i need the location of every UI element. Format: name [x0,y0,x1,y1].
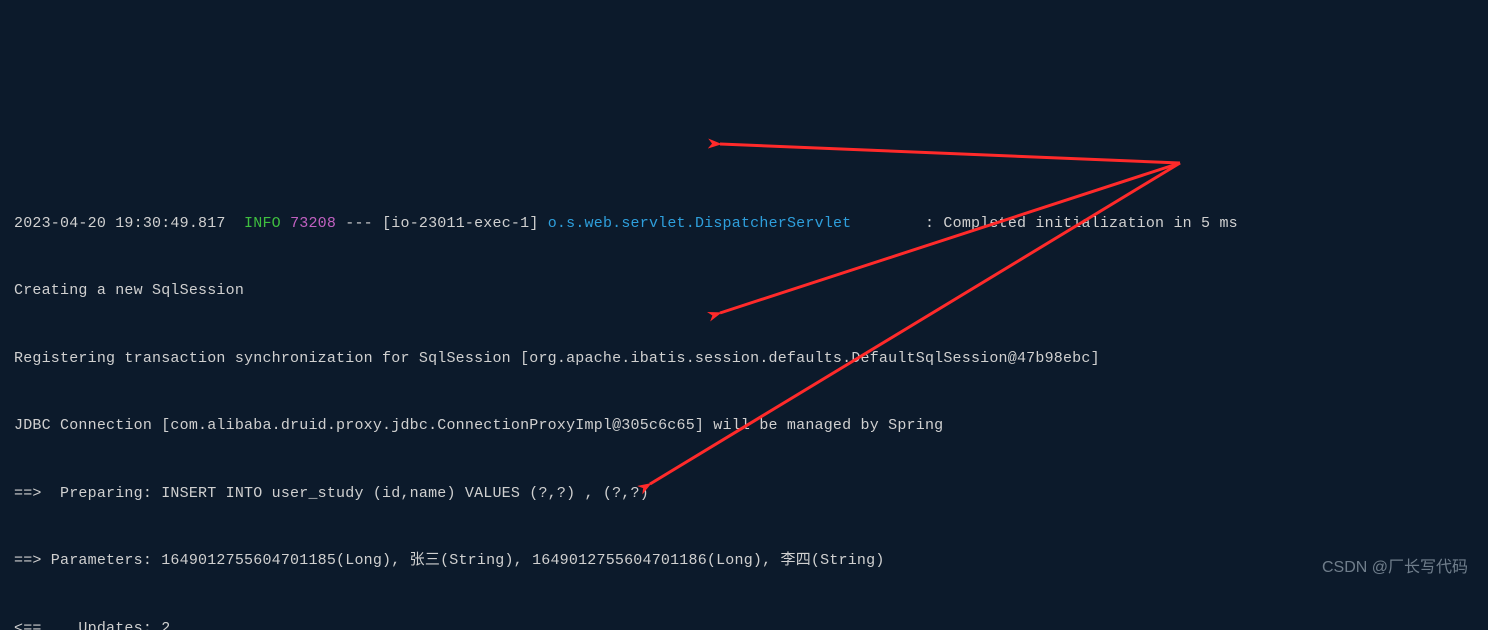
log-line: Registering transaction synchronization … [14,342,1474,376]
annotation-arrow [720,144,1180,163]
log-timestamp: 2023-04-20 19:30:49.817 [14,215,226,232]
log-thread: [io-23011-exec-1] [382,215,538,232]
log-pid: 73208 [290,215,336,232]
log-level: INFO [244,215,281,232]
terminal-log-output[interactable]: 2023-04-20 19:30:49.817 INFO 73208 --- [… [0,169,1488,630]
log-line-preparing: ==> Preparing: INSERT INTO user_study (i… [14,477,1474,511]
log-line-updates: <== Updates: 2 [14,612,1474,630]
log-logger: o.s.web.servlet.DispatcherServlet [548,215,852,232]
log-line: Creating a new SqlSession [14,274,1474,308]
csdn-watermark: CSDN @厂长写代码 [1322,550,1468,586]
log-message: : Completed initialization in 5 ms [925,215,1238,232]
log-line: JDBC Connection [com.alibaba.druid.proxy… [14,409,1474,443]
log-separator: --- [345,215,373,232]
log-header-line: 2023-04-20 19:30:49.817 INFO 73208 --- [… [14,207,1474,241]
log-line-parameters: ==> Parameters: 1649012755604701185(Long… [14,544,1474,578]
